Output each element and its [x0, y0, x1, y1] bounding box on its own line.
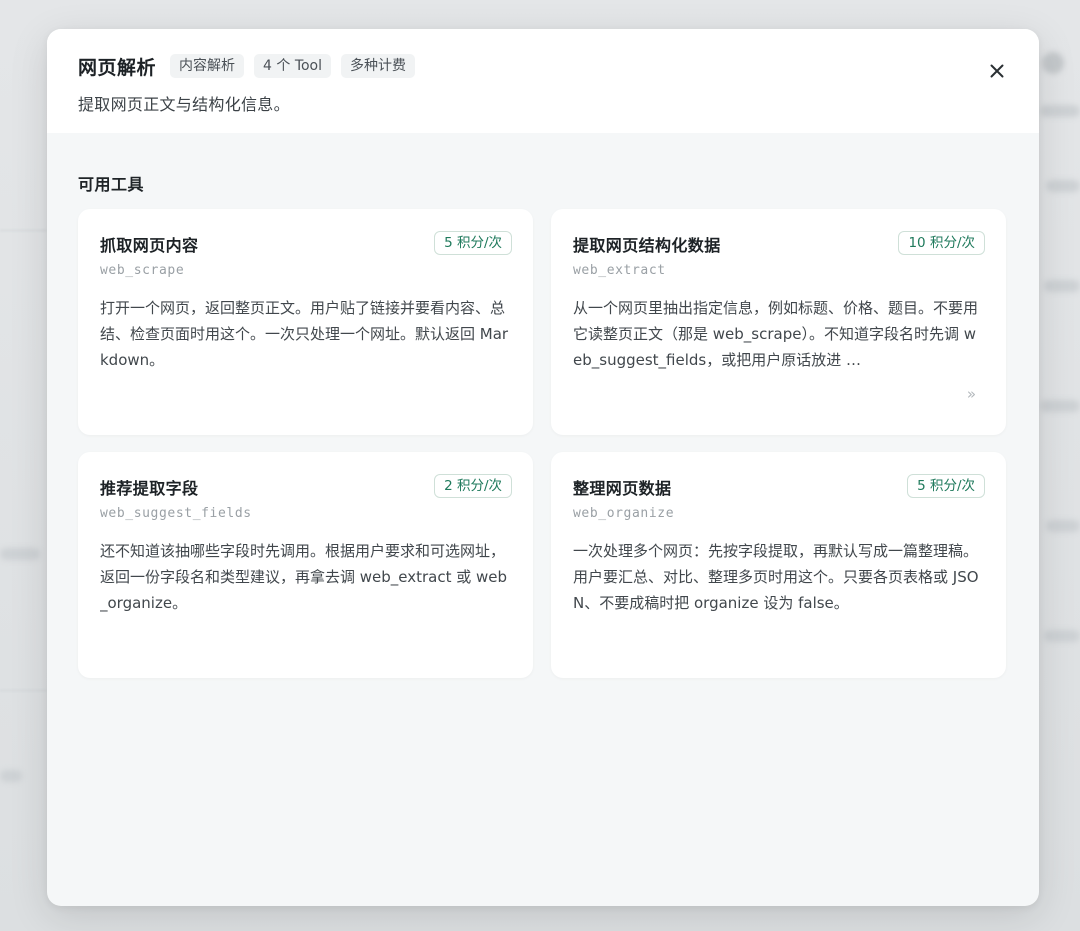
tool-id: web_organize: [573, 506, 675, 521]
background-line: [0, 548, 40, 560]
background-divider: [0, 230, 47, 231]
background-divider: [0, 690, 47, 691]
tool-description: 一次处理多个网页：先按字段提取，再默认写成一篇整理稿。用户要汇总、对比、整理多页…: [573, 542, 979, 612]
modal-header: 网页解析 内容解析 4 个 Tool 多种计费 提取网页正文与结构化信息。: [47, 29, 1039, 133]
modal-subtitle: 提取网页正文与结构化信息。: [78, 95, 290, 114]
tool-description: 打开一个网页，返回整页正文。用户贴了链接并要看内容、总结、检查页面时用这个。一次…: [100, 299, 509, 369]
background-line: [1044, 630, 1080, 642]
category-tag: 内容解析: [170, 54, 245, 78]
tool-name: 抓取网页内容: [100, 236, 199, 255]
tool-card-web-suggest-fields[interactable]: 推荐提取字段 web_suggest_fields 2 积分/次 还不知道该抽哪…: [78, 452, 533, 678]
tool-name: 提取网页结构化数据: [573, 236, 721, 255]
background-avatar: [1042, 52, 1064, 74]
price-badge: 10 积分/次: [898, 231, 985, 255]
background-line: [1046, 180, 1080, 192]
background-line: [1046, 520, 1080, 532]
tool-card-web-extract[interactable]: 提取网页结构化数据 web_extract 10 积分/次 从一个网页里抽出指定…: [551, 209, 1006, 435]
tool-name: 整理网页数据: [573, 479, 672, 498]
tool-detail-modal: 网页解析 内容解析 4 个 Tool 多种计费 提取网页正文与结构化信息。 可用…: [47, 29, 1039, 906]
billing-tag: 多种计费: [341, 54, 416, 78]
tool-card-web-scrape[interactable]: 抓取网页内容 web_scrape 5 积分/次 打开一个网页，返回整页正文。用…: [78, 209, 533, 435]
tool-name: 推荐提取字段: [100, 479, 199, 498]
price-badge: 2 积分/次: [434, 474, 512, 498]
background-line: [1040, 400, 1080, 412]
close-button[interactable]: [983, 57, 1011, 85]
modal-title: 网页解析: [78, 56, 157, 79]
background-line: [0, 770, 22, 782]
background-line: [1044, 280, 1080, 292]
close-icon: [990, 64, 1004, 78]
tool-id: web_extract: [573, 263, 666, 278]
tool-description: 还不知道该抽哪些字段时先调用。根据用户要求和可选网址，返回一份字段名和类型建议，…: [100, 542, 508, 612]
expand-chevron-icon[interactable]: »: [967, 385, 976, 403]
price-badge: 5 积分/次: [907, 474, 985, 498]
section-title: 可用工具: [78, 175, 145, 194]
tool-description: 从一个网页里抽出指定信息，例如标题、价格、题目。不要用它读整页正文（那是 web…: [573, 299, 979, 369]
price-badge: 5 积分/次: [434, 231, 512, 255]
tool-count-tag: 4 个 Tool: [254, 54, 332, 78]
tool-id: web_scrape: [100, 263, 185, 278]
tool-id: web_suggest_fields: [100, 506, 252, 521]
title-row: 网页解析 内容解析 4 个 Tool 多种计费: [78, 53, 416, 79]
background-line: [1040, 105, 1080, 117]
tool-card-web-organize[interactable]: 整理网页数据 web_organize 5 积分/次 一次处理多个网页：先按字段…: [551, 452, 1006, 678]
